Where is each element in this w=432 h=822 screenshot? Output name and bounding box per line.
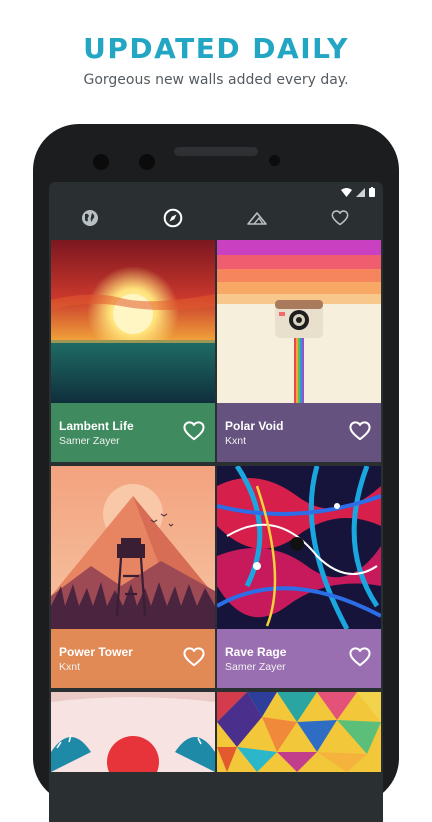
mountain-icon <box>247 211 267 230</box>
front-camera-right <box>139 154 155 170</box>
wallpaper-card[interactable]: Lambent Life Samer Zayer <box>51 240 215 462</box>
wallpaper-card[interactable]: Polar Void Kxnt <box>217 240 381 462</box>
proximity-sensor <box>269 155 280 166</box>
phone-frame: Lambent Life Samer Zayer Polar Void Kxnt… <box>33 124 399 822</box>
wallpaper-card[interactable]: Rave Rage Samer Zayer <box>217 466 381 688</box>
wallpaper-author: Kxnt <box>59 661 81 673</box>
wallpaper-image <box>217 466 381 629</box>
heart-icon <box>331 209 349 231</box>
wallpaper-author: Kxnt <box>225 435 247 447</box>
favorite-heart-icon[interactable] <box>183 421 205 443</box>
wallpaper-info: Power Tower Kxnt <box>51 629 215 688</box>
favorite-heart-icon[interactable] <box>183 647 205 669</box>
tab-explore[interactable] <box>78 208 102 232</box>
favorite-heart-icon[interactable] <box>349 647 371 669</box>
wallpaper-image <box>51 240 215 403</box>
tab-favorites[interactable] <box>328 208 352 232</box>
headline: UPDATED DAILY <box>83 32 349 65</box>
wallpaper-card[interactable] <box>217 692 381 772</box>
wallpaper-title: Polar Void <box>225 419 284 433</box>
wallpaper-author: Samer Zayer <box>59 435 120 447</box>
wallpaper-title: Lambent Life <box>59 419 134 433</box>
subheadline: Gorgeous new walls added every day. <box>83 72 349 88</box>
wallpaper-card[interactable] <box>51 692 215 772</box>
wallpaper-author: Samer Zayer <box>225 661 286 673</box>
phone-speaker <box>174 147 258 156</box>
tab-bar <box>49 200 383 240</box>
tab-discover[interactable] <box>161 208 185 232</box>
status-bar <box>341 186 375 200</box>
wallpaper-title: Power Tower <box>59 645 133 659</box>
globe-icon <box>81 209 99 232</box>
wallpaper-info: Rave Rage Samer Zayer <box>217 629 381 688</box>
wallpaper-title: Rave Rage <box>225 645 287 659</box>
front-camera-left <box>93 154 109 170</box>
wallpaper-info: Polar Void Kxnt <box>217 403 381 462</box>
app-screen: Lambent Life Samer Zayer Polar Void Kxnt… <box>49 182 383 822</box>
wallpaper-image <box>217 692 381 772</box>
wallpaper-card[interactable]: Power Tower Kxnt <box>51 466 215 688</box>
wallpaper-image <box>217 240 381 403</box>
tab-collections[interactable] <box>245 208 269 232</box>
favorite-heart-icon[interactable] <box>349 421 371 443</box>
wallpaper-image <box>51 466 215 629</box>
wallpaper-image <box>51 692 215 772</box>
wallpaper-info: Lambent Life Samer Zayer <box>51 403 215 462</box>
compass-icon <box>163 208 183 233</box>
